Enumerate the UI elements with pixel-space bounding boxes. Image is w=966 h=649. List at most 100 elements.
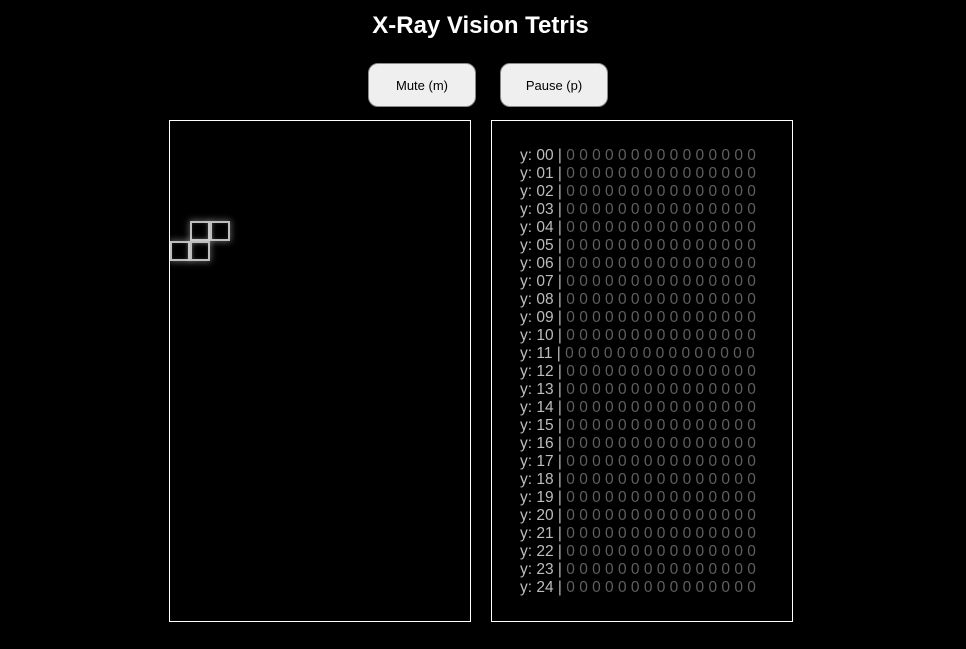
xray-row: y: 10 | 0 0 0 0 0 0 0 0 0 0 0 0 0 0 0: [520, 327, 756, 345]
xray-row-label: y: 16: [520, 435, 554, 452]
xray-row-cells: 0 0 0 0 0 0 0 0 0 0 0 0 0 0 0: [566, 237, 756, 254]
piece-block: [170, 241, 190, 261]
xray-row-label: y: 21: [520, 525, 554, 542]
piece-block: [190, 241, 210, 261]
xray-row-label: y: 00: [520, 147, 554, 164]
xray-row-label: y: 04: [520, 219, 554, 236]
xray-row: y: 00 | 0 0 0 0 0 0 0 0 0 0 0 0 0 0 0: [520, 147, 756, 165]
xray-row-cells: 0 0 0 0 0 0 0 0 0 0 0 0 0 0 0: [565, 345, 755, 362]
xray-row: y: 02 | 0 0 0 0 0 0 0 0 0 0 0 0 0 0 0: [520, 183, 756, 201]
xray-row-label: y: 17: [520, 453, 554, 470]
xray-row-cells: 0 0 0 0 0 0 0 0 0 0 0 0 0 0 0: [566, 381, 756, 398]
xray-row-label: y: 18: [520, 471, 554, 488]
xray-row: y: 07 | 0 0 0 0 0 0 0 0 0 0 0 0 0 0 0: [520, 273, 756, 291]
xray-row-cells: 0 0 0 0 0 0 0 0 0 0 0 0 0 0 0: [566, 273, 756, 290]
xray-row-label: y: 11: [520, 345, 553, 362]
xray-panel: y: 00 | 0 0 0 0 0 0 0 0 0 0 0 0 0 0 0 y: …: [491, 120, 793, 622]
xray-row-label: y: 07: [520, 273, 554, 290]
xray-row: y: 19 | 0 0 0 0 0 0 0 0 0 0 0 0 0 0 0: [520, 489, 756, 507]
xray-row-cells: 0 0 0 0 0 0 0 0 0 0 0 0 0 0 0: [566, 201, 756, 218]
xray-row-cells: 0 0 0 0 0 0 0 0 0 0 0 0 0 0 0: [566, 507, 756, 524]
xray-row: y: 16 | 0 0 0 0 0 0 0 0 0 0 0 0 0 0 0: [520, 435, 756, 453]
xray-row-label: y: 15: [520, 417, 554, 434]
xray-row-separator: |: [557, 291, 562, 308]
xray-row: y: 21 | 0 0 0 0 0 0 0 0 0 0 0 0 0 0 0: [520, 525, 756, 543]
xray-row: y: 24 | 0 0 0 0 0 0 0 0 0 0 0 0 0 0 0: [520, 579, 756, 597]
xray-row-separator: |: [557, 237, 562, 254]
xray-row-separator: |: [557, 417, 562, 434]
xray-row-separator: |: [557, 255, 562, 272]
xray-row-label: y: 20: [520, 507, 554, 524]
xray-row-label: y: 02: [520, 183, 554, 200]
xray-row-label: y: 09: [520, 309, 554, 326]
game-board: [169, 120, 471, 622]
xray-row-label: y: 14: [520, 399, 554, 416]
xray-row-cells: 0 0 0 0 0 0 0 0 0 0 0 0 0 0 0: [566, 255, 756, 272]
xray-row-cells: 0 0 0 0 0 0 0 0 0 0 0 0 0 0 0: [566, 525, 756, 542]
mute-button[interactable]: Mute (m): [368, 63, 476, 107]
pause-button[interactable]: Pause (p): [500, 63, 608, 107]
xray-row-cells: 0 0 0 0 0 0 0 0 0 0 0 0 0 0 0: [566, 543, 756, 560]
xray-row-separator: |: [557, 543, 562, 560]
xray-row: y: 06 | 0 0 0 0 0 0 0 0 0 0 0 0 0 0 0: [520, 255, 756, 273]
xray-row-cells: 0 0 0 0 0 0 0 0 0 0 0 0 0 0 0: [566, 399, 756, 416]
xray-row-cells: 0 0 0 0 0 0 0 0 0 0 0 0 0 0 0: [566, 471, 756, 488]
xray-row: y: 03 | 0 0 0 0 0 0 0 0 0 0 0 0 0 0 0: [520, 201, 756, 219]
xray-row-label: y: 06: [520, 255, 554, 272]
xray-row-separator: |: [557, 507, 562, 524]
xray-row: y: 17 | 0 0 0 0 0 0 0 0 0 0 0 0 0 0 0: [520, 453, 756, 471]
xray-row-cells: 0 0 0 0 0 0 0 0 0 0 0 0 0 0 0: [566, 147, 756, 164]
piece-block: [190, 221, 210, 241]
page-title: X-Ray Vision Tetris: [372, 12, 589, 39]
xray-row-label: y: 19: [520, 489, 554, 506]
xray-row-label: y: 05: [520, 237, 554, 254]
xray-row-cells: 0 0 0 0 0 0 0 0 0 0 0 0 0 0 0: [566, 165, 756, 182]
xray-row-label: y: 23: [520, 561, 554, 578]
xray-row: y: 13 | 0 0 0 0 0 0 0 0 0 0 0 0 0 0 0: [520, 381, 756, 399]
xray-row-separator: |: [557, 201, 562, 218]
xray-row-cells: 0 0 0 0 0 0 0 0 0 0 0 0 0 0 0: [566, 453, 756, 470]
xray-row-separator: |: [557, 453, 562, 470]
xray-row-cells: 0 0 0 0 0 0 0 0 0 0 0 0 0 0 0: [566, 327, 756, 344]
xray-row-cells: 0 0 0 0 0 0 0 0 0 0 0 0 0 0 0: [566, 579, 756, 596]
xray-row-label: y: 03: [520, 201, 554, 218]
xray-row: y: 09 | 0 0 0 0 0 0 0 0 0 0 0 0 0 0 0: [520, 309, 756, 327]
xray-row-cells: 0 0 0 0 0 0 0 0 0 0 0 0 0 0 0: [566, 435, 756, 452]
xray-row: y: 04 | 0 0 0 0 0 0 0 0 0 0 0 0 0 0 0: [520, 219, 756, 237]
xray-row-label: y: 24: [520, 579, 554, 596]
xray-row: y: 14 | 0 0 0 0 0 0 0 0 0 0 0 0 0 0 0: [520, 399, 756, 417]
xray-row-label: y: 10: [520, 327, 554, 344]
xray-row-separator: |: [556, 345, 561, 362]
xray-row-label: y: 22: [520, 543, 554, 560]
xray-row-separator: |: [557, 309, 562, 326]
xray-row-separator: |: [557, 327, 562, 344]
xray-grid: y: 00 | 0 0 0 0 0 0 0 0 0 0 0 0 0 0 0 y: …: [520, 147, 756, 597]
xray-row-label: y: 01: [520, 165, 554, 182]
xray-row-label: y: 12: [520, 363, 554, 380]
xray-row: y: 23 | 0 0 0 0 0 0 0 0 0 0 0 0 0 0 0: [520, 561, 756, 579]
xray-row-separator: |: [557, 579, 562, 596]
xray-row-cells: 0 0 0 0 0 0 0 0 0 0 0 0 0 0 0: [566, 417, 756, 434]
xray-row-cells: 0 0 0 0 0 0 0 0 0 0 0 0 0 0 0: [566, 291, 756, 308]
xray-row: y: 20 | 0 0 0 0 0 0 0 0 0 0 0 0 0 0 0: [520, 507, 756, 525]
xray-row-separator: |: [557, 147, 562, 164]
xray-row: y: 11 | 0 0 0 0 0 0 0 0 0 0 0 0 0 0 0: [520, 345, 756, 363]
xray-row: y: 15 | 0 0 0 0 0 0 0 0 0 0 0 0 0 0 0: [520, 417, 756, 435]
xray-row-label: y: 13: [520, 381, 554, 398]
xray-row-separator: |: [557, 525, 562, 542]
xray-row-separator: |: [557, 183, 562, 200]
xray-row: y: 01 | 0 0 0 0 0 0 0 0 0 0 0 0 0 0 0: [520, 165, 756, 183]
xray-row-cells: 0 0 0 0 0 0 0 0 0 0 0 0 0 0 0: [566, 489, 756, 506]
xray-row-separator: |: [557, 219, 562, 236]
xray-row-cells: 0 0 0 0 0 0 0 0 0 0 0 0 0 0 0: [566, 309, 756, 326]
xray-row-cells: 0 0 0 0 0 0 0 0 0 0 0 0 0 0 0: [566, 561, 756, 578]
xray-row-separator: |: [557, 381, 562, 398]
xray-row: y: 18 | 0 0 0 0 0 0 0 0 0 0 0 0 0 0 0: [520, 471, 756, 489]
xray-row-label: y: 08: [520, 291, 554, 308]
xray-row-separator: |: [557, 435, 562, 452]
xray-row-separator: |: [557, 561, 562, 578]
xray-row: y: 22 | 0 0 0 0 0 0 0 0 0 0 0 0 0 0 0: [520, 543, 756, 561]
xray-row-cells: 0 0 0 0 0 0 0 0 0 0 0 0 0 0 0: [566, 363, 756, 380]
xray-row-separator: |: [557, 399, 562, 416]
xray-row: y: 12 | 0 0 0 0 0 0 0 0 0 0 0 0 0 0 0: [520, 363, 756, 381]
